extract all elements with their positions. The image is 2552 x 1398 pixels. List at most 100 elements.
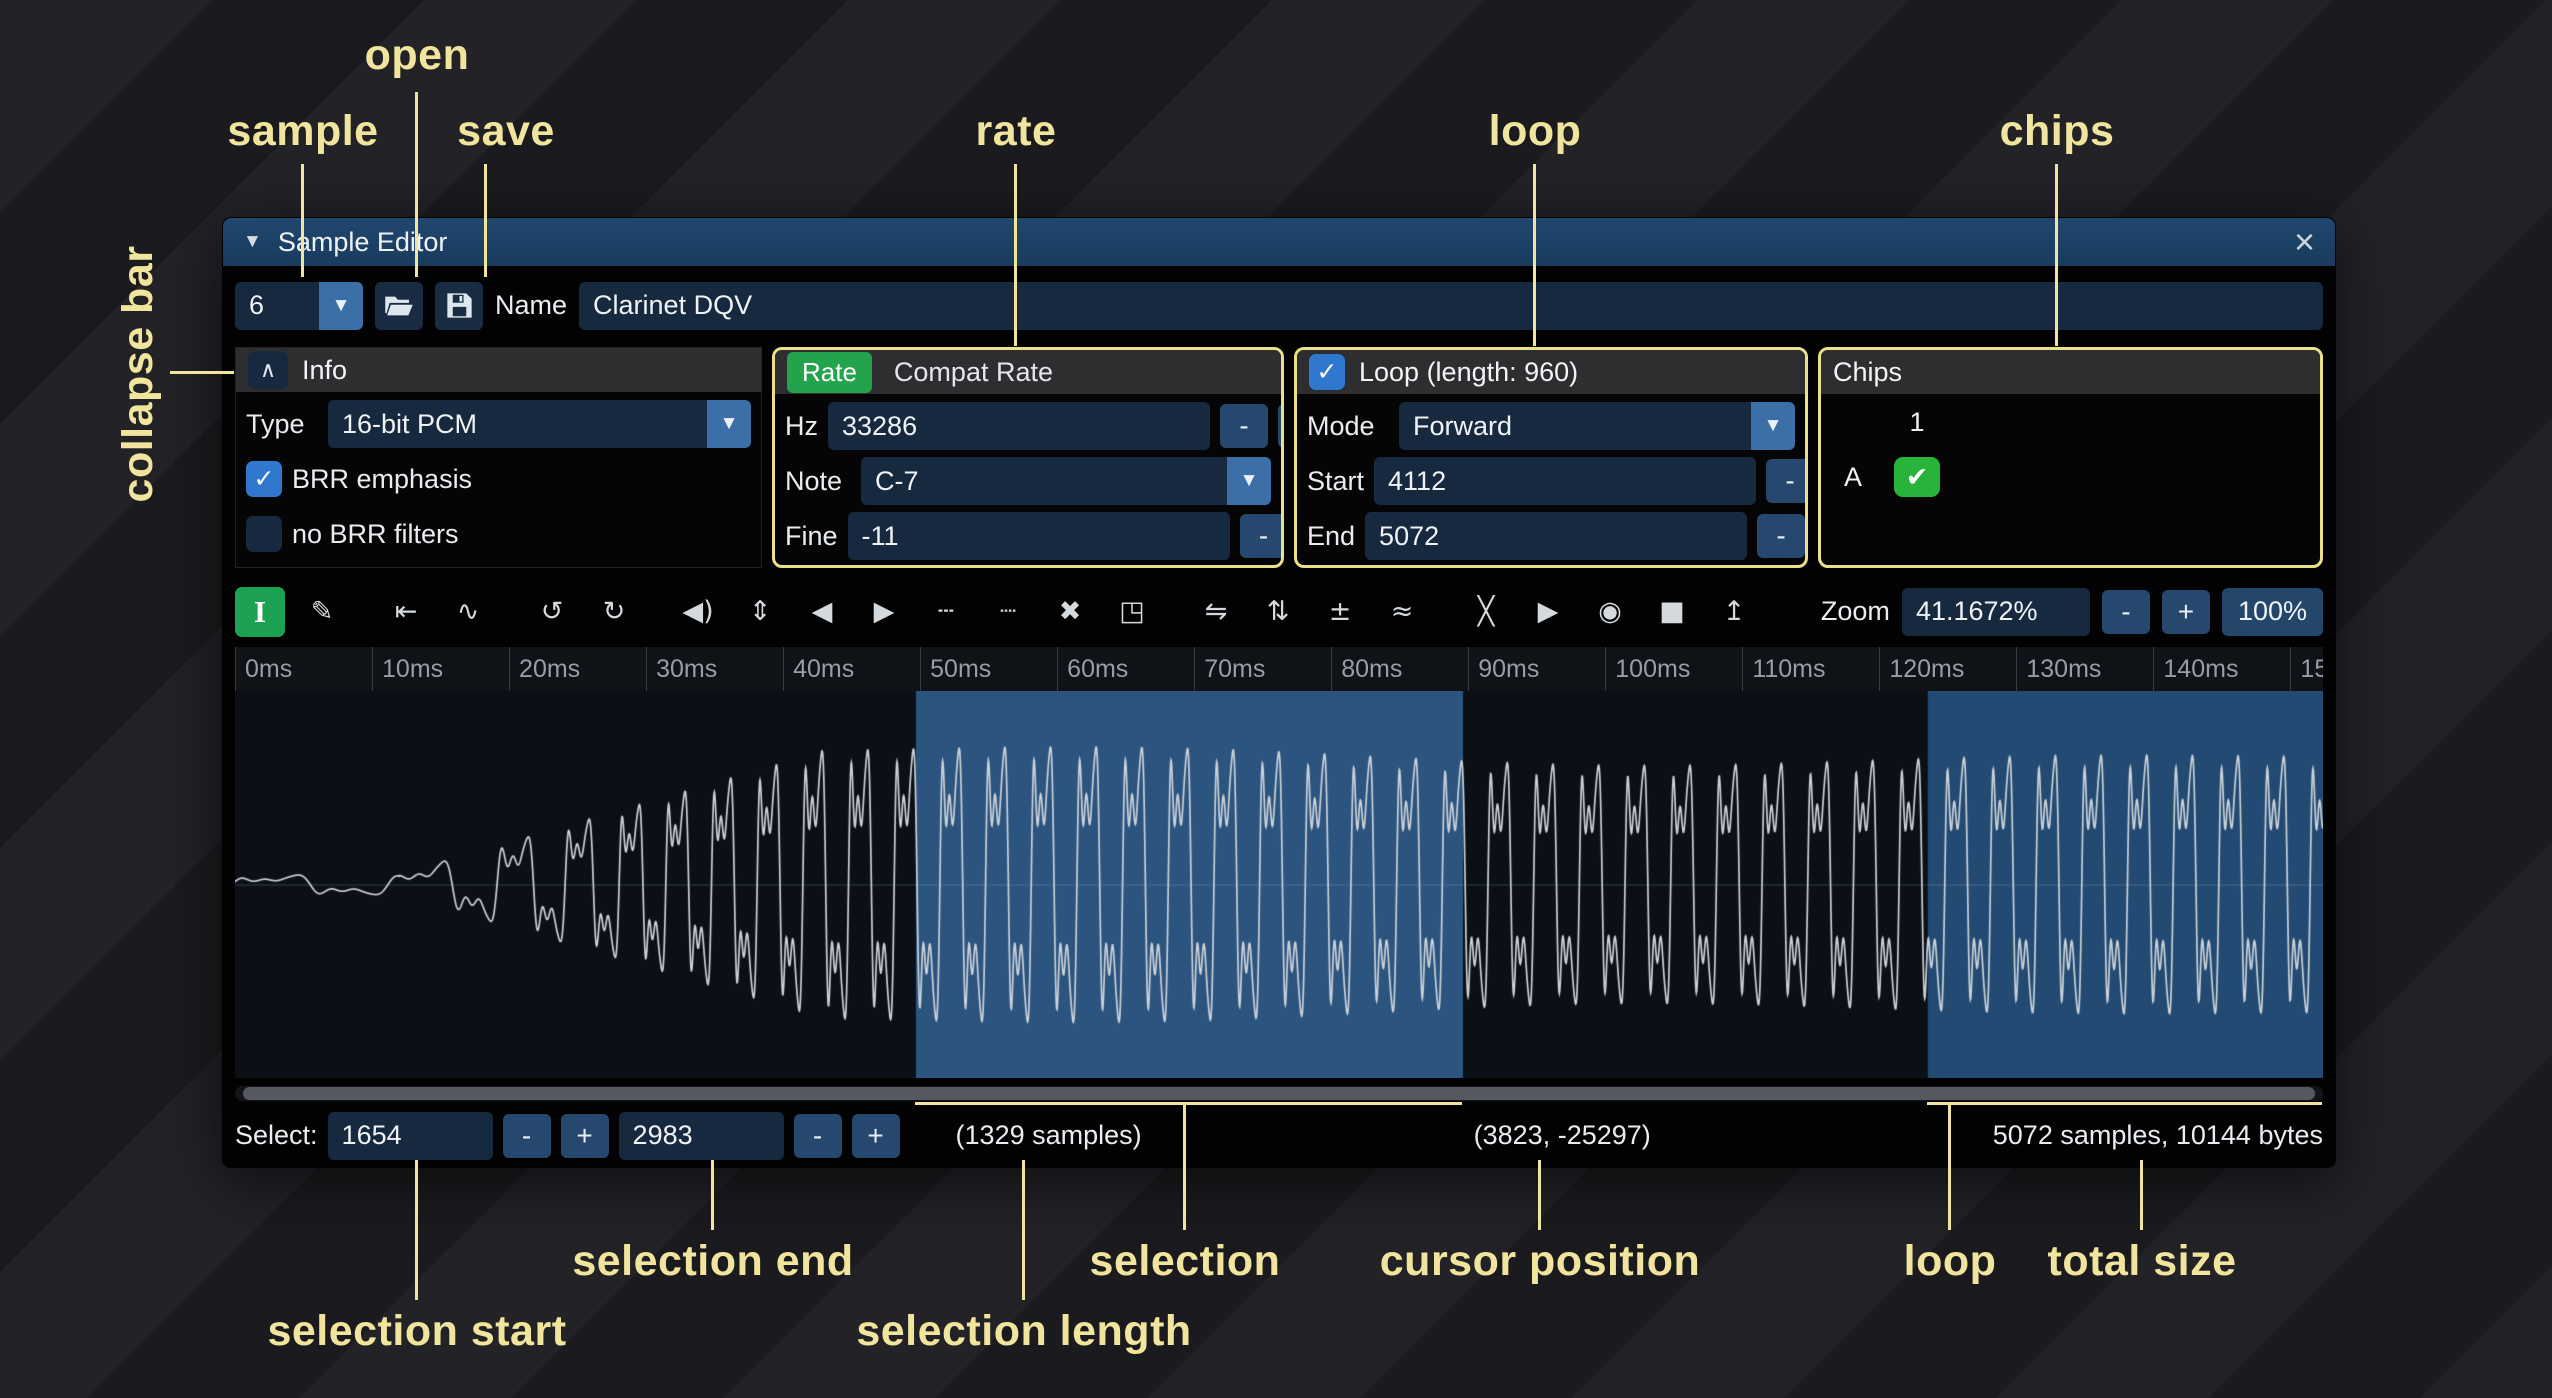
selection-start-decrease-button[interactable]: - bbox=[503, 1114, 551, 1158]
zoom-label: Zoom bbox=[1821, 596, 1890, 627]
hz-increase-button[interactable]: + bbox=[1278, 404, 1284, 448]
annotation-selection-start: selection start bbox=[267, 1306, 566, 1356]
selection-end-decrease-button[interactable]: - bbox=[794, 1114, 842, 1158]
open-button[interactable] bbox=[375, 282, 423, 330]
waveform-canvas[interactable] bbox=[235, 691, 2323, 1078]
sample-header-row: 6 ▼ Name bbox=[235, 278, 2323, 333]
crossfade-icon[interactable]: ╳ bbox=[1461, 587, 1511, 637]
rate-panel-header: Rate Compat Rate bbox=[775, 350, 1281, 394]
annotation-line bbox=[2140, 1160, 2143, 1230]
annotation-chips: chips bbox=[2000, 106, 2115, 156]
scrollbar-thumb[interactable] bbox=[243, 1087, 2315, 1100]
loop-checkbox[interactable]: ✓ bbox=[1309, 354, 1345, 390]
zoom-reset-button[interactable]: 100% bbox=[2222, 588, 2323, 636]
loop-start-input[interactable] bbox=[1374, 457, 1756, 505]
zoom-out-button[interactable]: - bbox=[2102, 590, 2150, 634]
filter-icon[interactable]: ≈ bbox=[1377, 587, 1427, 637]
waveform-scrollbar[interactable] bbox=[235, 1086, 2323, 1101]
note-select[interactable]: C-7 ▼ bbox=[861, 457, 1271, 505]
annotation-line bbox=[711, 1160, 714, 1230]
fade-in-icon[interactable]: ◀ bbox=[797, 587, 847, 637]
stop-icon[interactable]: ■ bbox=[1647, 587, 1697, 637]
loop-end-input[interactable] bbox=[1365, 512, 1747, 560]
sample-type-select[interactable]: 16-bit PCM ▼ bbox=[328, 400, 751, 448]
tab-compat-rate[interactable]: Compat Rate bbox=[886, 352, 1061, 393]
reverse-icon[interactable]: ⇋ bbox=[1191, 587, 1241, 637]
check-icon: ✓ bbox=[1317, 357, 1338, 387]
sign-icon[interactable]: ± bbox=[1315, 587, 1365, 637]
annotation-line bbox=[1538, 1160, 1541, 1230]
chip-column-header: 1 bbox=[1909, 407, 1924, 438]
apply-silence-icon[interactable]: ┈ bbox=[983, 587, 1033, 637]
hz-label: Hz bbox=[785, 411, 818, 442]
sample-editor-window: ▼ Sample Editor × 6 ▼ bbox=[222, 217, 2336, 1168]
loop-end-label: End bbox=[1307, 521, 1355, 552]
loop-panel-header: ✓ Loop (length: 960) bbox=[1297, 350, 1805, 394]
chips-panel: Chips 1 A ✔ bbox=[1818, 347, 2323, 568]
selection-end-input[interactable] bbox=[619, 1112, 784, 1160]
close-icon[interactable]: × bbox=[2294, 224, 2315, 260]
zoom-in-button[interactable]: + bbox=[2162, 590, 2210, 634]
chips-panel-title: Chips bbox=[1833, 357, 1902, 388]
hz-input[interactable] bbox=[828, 402, 1210, 450]
loop-mode-select[interactable]: Forward ▼ bbox=[1399, 402, 1795, 450]
hz-decrease-button[interactable]: - bbox=[1220, 404, 1268, 448]
play-cursor-icon[interactable]: ◉ bbox=[1585, 587, 1635, 637]
save-button[interactable] bbox=[435, 282, 483, 330]
note-value: C-7 bbox=[861, 457, 1227, 505]
open-icon bbox=[384, 294, 414, 318]
loop-panel: ✓ Loop (length: 960) Mode Forward ▼ bbox=[1294, 347, 1808, 568]
name-input[interactable] bbox=[579, 282, 2323, 330]
ruler-label: 110ms bbox=[1742, 647, 1825, 691]
redo-icon[interactable]: ↻ bbox=[589, 587, 639, 637]
chevron-down-icon: ▼ bbox=[707, 400, 751, 448]
annotation-loop-top: loop bbox=[1489, 106, 1582, 156]
ruler-label: 90ms bbox=[1468, 647, 1539, 691]
ruler-label: 30ms bbox=[646, 647, 717, 691]
collapse-info-button[interactable]: ∧ bbox=[248, 351, 288, 389]
sample-number-value: 6 bbox=[235, 282, 319, 330]
sample-number-select[interactable]: 6 ▼ bbox=[235, 282, 363, 330]
timeline-ruler: 0ms10ms20ms30ms40ms50ms60ms70ms80ms90ms1… bbox=[235, 647, 2323, 691]
selection-start-increase-button[interactable]: + bbox=[561, 1114, 609, 1158]
fade-out-icon[interactable]: ▶ bbox=[859, 587, 909, 637]
loop-end-decrease-button[interactable]: - bbox=[1757, 514, 1805, 558]
amplify-icon[interactable]: ◀) bbox=[673, 587, 723, 637]
preview-icon[interactable]: ▶ bbox=[1523, 587, 1573, 637]
delete-icon[interactable]: ✖ bbox=[1045, 587, 1095, 637]
waveform-display[interactable] bbox=[235, 691, 2323, 1078]
zoom-input[interactable] bbox=[1902, 588, 2090, 636]
chip-enable-checkbox[interactable]: ✔ bbox=[1894, 457, 1940, 497]
annotation-cursor-position: cursor position bbox=[1380, 1236, 1700, 1286]
selection-length-text: (1329 samples) bbox=[956, 1120, 1142, 1151]
sample-toolbar: I✎⇤∿↺↻◀)⇕◀▶┄┈✖◳⇋⇅±≈╳▶◉■↥ Zoom - + 100% bbox=[235, 584, 2323, 639]
import-icon[interactable]: ↥ bbox=[1709, 587, 1759, 637]
resize-icon[interactable]: ⇤ bbox=[381, 587, 431, 637]
selection-end-increase-button[interactable]: + bbox=[852, 1114, 900, 1158]
edit-mode-icon[interactable]: I bbox=[235, 587, 285, 637]
window-collapse-icon[interactable]: ▼ bbox=[243, 231, 262, 253]
window-titlebar[interactable]: ▼ Sample Editor × bbox=[223, 218, 2335, 266]
fine-label: Fine bbox=[785, 521, 838, 552]
fine-input[interactable] bbox=[848, 512, 1230, 560]
sample-panels-row: ∧ Info Type 16-bit PCM ▼ bbox=[235, 347, 2323, 568]
tab-rate[interactable]: Rate bbox=[787, 352, 872, 393]
loop-start-decrease-button[interactable]: - bbox=[1766, 459, 1808, 503]
undo-icon[interactable]: ↺ bbox=[527, 587, 577, 637]
type-label: Type bbox=[246, 409, 318, 440]
insert-silence-icon[interactable]: ┄ bbox=[921, 587, 971, 637]
brr-emphasis-checkbox[interactable]: ✓ bbox=[246, 461, 282, 497]
no-brr-filters-checkbox[interactable] bbox=[246, 516, 282, 552]
trim-icon[interactable]: ◳ bbox=[1107, 587, 1157, 637]
chevron-down-icon: ▼ bbox=[1227, 457, 1271, 505]
name-label: Name bbox=[495, 290, 567, 321]
normalize-icon[interactable]: ⇕ bbox=[735, 587, 785, 637]
selection-start-input[interactable] bbox=[328, 1112, 493, 1160]
ruler-label: 0ms bbox=[235, 647, 292, 691]
draw-icon[interactable]: ✎ bbox=[297, 587, 347, 637]
resample-icon[interactable]: ∿ bbox=[443, 587, 493, 637]
ruler-label: 130ms bbox=[2016, 647, 2101, 691]
invert-icon[interactable]: ⇅ bbox=[1253, 587, 1303, 637]
fine-decrease-button[interactable]: - bbox=[1240, 514, 1284, 558]
annotation-selection-length: selection length bbox=[856, 1306, 1191, 1356]
